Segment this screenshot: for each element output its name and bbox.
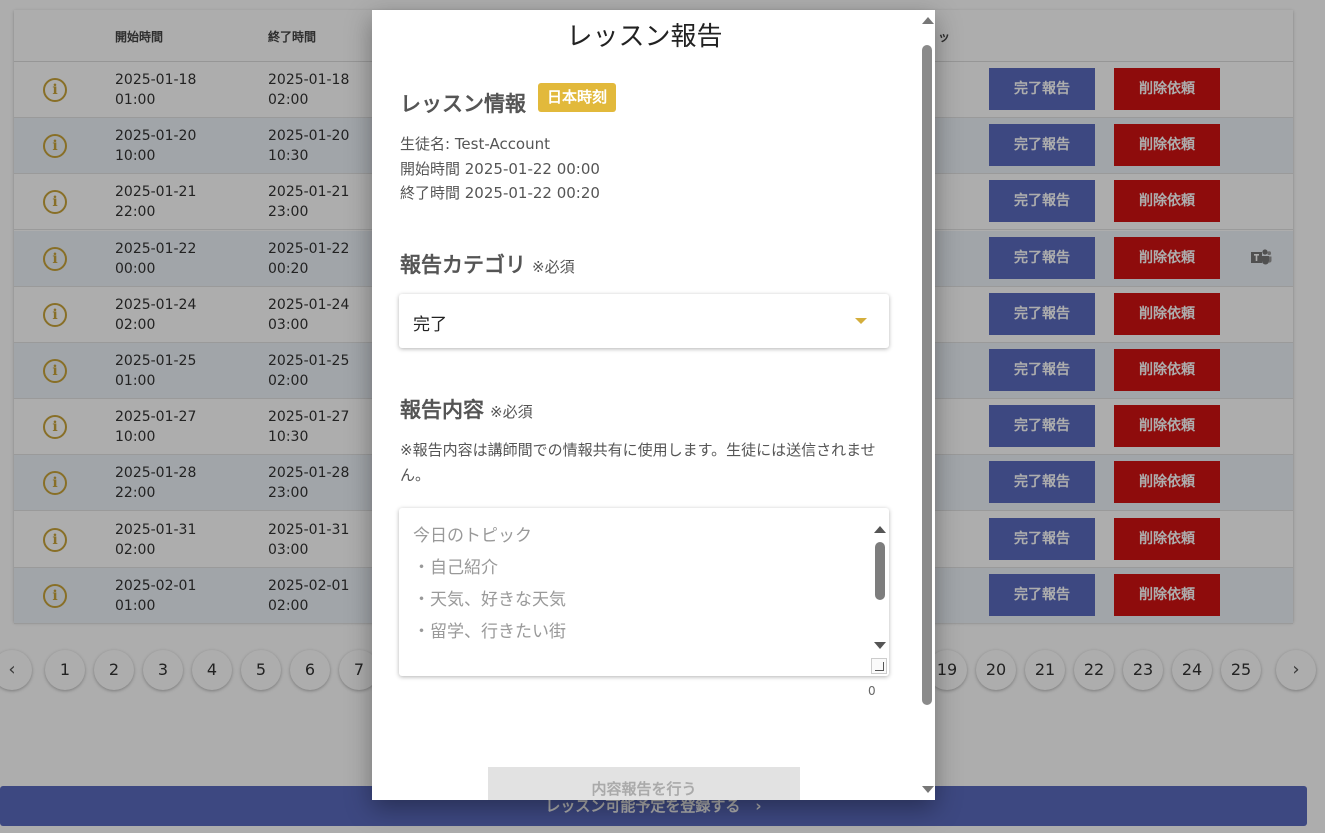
- scroll-up-icon[interactable]: [874, 526, 886, 533]
- char-counter: 0: [868, 684, 876, 698]
- resize-handle-icon[interactable]: [871, 658, 887, 674]
- jst-badge: 日本時刻: [538, 83, 617, 112]
- scroll-up-icon[interactable]: [922, 17, 934, 24]
- modal-title: レッスン報告: [566, 22, 723, 52]
- lesson-end-time: 終了時間 2025-01-22 00:20: [400, 184, 600, 202]
- caret-down-icon: [855, 318, 867, 324]
- scroll-down-icon[interactable]: [874, 642, 886, 649]
- lesson-report-modal: レッスン報告 レッスン情報 日本時刻 生徒名: Test-Account 開始時…: [372, 10, 935, 800]
- selected-category: 完了: [413, 315, 447, 335]
- report-content-label: 報告内容: [400, 398, 484, 422]
- required-mark: ※必須: [532, 258, 575, 276]
- placeholder-line: ・天気、好きな天気: [413, 590, 566, 610]
- report-content-heading: 報告内容 ※必須: [400, 394, 533, 424]
- textarea-placeholder: 今日のトピック ・自己紹介・天気、好きな天気 ・留学、行きたい街: [413, 520, 566, 648]
- report-category-select[interactable]: 完了: [399, 294, 889, 348]
- submit-report-button[interactable]: 内容報告を行う: [488, 767, 800, 800]
- report-category-label: 報告カテゴリ: [400, 253, 526, 277]
- report-note: ※報告内容は講師間での情報共有に使用します。生徒には送信されません。: [400, 441, 876, 484]
- scroll-down-icon[interactable]: [922, 786, 934, 793]
- lesson-info-heading: レッスン情報: [400, 92, 526, 116]
- required-mark: ※必須: [490, 403, 533, 421]
- textarea-scrollbar[interactable]: [871, 508, 889, 660]
- scroll-thumb[interactable]: [922, 45, 932, 705]
- report-content-textarea[interactable]: 今日のトピック ・自己紹介・天気、好きな天気 ・留学、行きたい街: [399, 508, 889, 676]
- placeholder-line: ・留学、行きたい街: [413, 622, 566, 642]
- student-name: 生徒名: Test-Account: [400, 135, 551, 153]
- placeholder-line: 今日のトピック: [413, 526, 532, 546]
- report-category-heading: 報告カテゴリ ※必須: [400, 249, 575, 279]
- modal-scrollbar[interactable]: [919, 10, 935, 800]
- lesson-start-time: 開始時間 2025-01-22 00:00: [400, 160, 600, 178]
- placeholder-line: ・自己紹介: [413, 558, 498, 578]
- scroll-thumb[interactable]: [875, 542, 885, 600]
